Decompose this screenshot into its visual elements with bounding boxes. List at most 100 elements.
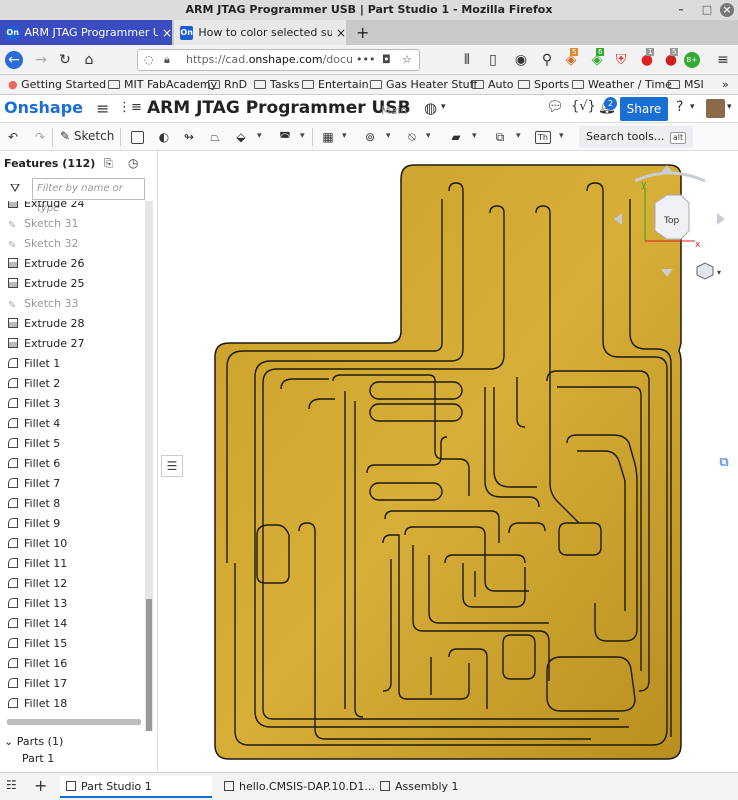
- feature-item[interactable]: Extrude 28: [8, 314, 85, 334]
- mate-connector-icon[interactable]: ⧉: [492, 129, 508, 145]
- bookmarks-overflow-icon[interactable]: »: [722, 77, 729, 93]
- feature-item[interactable]: Fillet 6: [8, 454, 60, 474]
- redo-icon[interactable]: ↷: [32, 129, 48, 145]
- grammar-extension-badge[interactable]: B+: [684, 52, 700, 68]
- filter-input[interactable]: Filter by name or type: [32, 178, 145, 214]
- back-icon[interactable]: ←: [5, 51, 23, 69]
- split-icon[interactable]: ⍉: [404, 129, 420, 145]
- feature-item[interactable]: Fillet 18: [8, 694, 67, 714]
- pocket-icon[interactable]: ◘: [382, 50, 391, 70]
- bookmark-folder[interactable]: Sports: [518, 77, 569, 93]
- chevron-down-icon[interactable]: ▾: [690, 102, 695, 112]
- feature-item[interactable]: Fillet 2: [8, 374, 60, 394]
- home-icon[interactable]: ⌂: [80, 51, 98, 69]
- sweep-icon[interactable]: ↬: [181, 129, 197, 145]
- feature-item[interactable]: Fillet 3: [8, 394, 60, 414]
- chevron-down-icon[interactable]: ▾: [257, 131, 262, 141]
- close-window-icon[interactable]: ×: [720, 3, 734, 17]
- chevron-down-icon[interactable]: ▾: [559, 131, 564, 141]
- reload-icon[interactable]: ↻: [56, 51, 74, 69]
- tab-cmsis-dap[interactable]: hello.CMSIS-DAP.10.D1...: [218, 776, 375, 798]
- feature-item[interactable]: Fillet 10: [8, 534, 67, 554]
- browser-tab-active[interactable]: On ARM JTAG Programmer US ×: [0, 20, 172, 45]
- feature-item[interactable]: Fillet 13: [8, 594, 67, 614]
- feature-list-icon[interactable]: ⋮≡: [118, 100, 142, 115]
- feature-item[interactable]: Extrude 26: [8, 254, 85, 274]
- view-options-icon[interactable]: ▾: [696, 262, 721, 280]
- shield-extension-icon[interactable]: ⛨: [612, 51, 630, 69]
- feature-item[interactable]: Fillet 1: [8, 354, 60, 374]
- menu-icon[interactable]: ≡: [96, 99, 109, 118]
- boolean-icon[interactable]: ⊚: [362, 129, 378, 145]
- url-input[interactable]: ◌ 🔒︎ https://cad.onshape.com/docu ••• ◘ …: [137, 49, 420, 71]
- chevron-down-icon[interactable]: ▾: [472, 131, 477, 141]
- feature-item[interactable]: Fillet 12: [8, 574, 67, 594]
- bookmark-item[interactable]: ● Getting Started: [8, 77, 106, 93]
- bookmark-folder[interactable]: MSI: [668, 77, 704, 93]
- browser-tab[interactable]: On How to color selected surf ×: [174, 20, 346, 45]
- feature-item[interactable]: Fillet 17: [8, 674, 67, 694]
- thicken-icon[interactable]: ⬙: [233, 129, 249, 145]
- variables-icon[interactable]: {√}: [571, 99, 596, 114]
- feature-item[interactable]: Fillet 14: [8, 614, 67, 634]
- globe-icon[interactable]: ◍: [424, 99, 437, 117]
- branch-label[interactable]: Main: [381, 104, 407, 117]
- chevron-down-icon[interactable]: ▾: [516, 131, 521, 141]
- comments-icon[interactable]: 💬︎: [546, 99, 564, 115]
- bookmark-folder[interactable]: Gas Heater Stuff: [370, 77, 477, 93]
- feature-item[interactable]: Fillet 16: [8, 654, 67, 674]
- undo-icon[interactable]: ↶: [5, 129, 21, 145]
- tab-part-studio[interactable]: Part Studio 1: [60, 776, 212, 798]
- avatar[interactable]: [706, 99, 725, 118]
- sidebar-toggle-icon[interactable]: ▯: [484, 51, 502, 69]
- extension-icon[interactable]: ◉: [512, 51, 530, 69]
- maximize-icon[interactable]: □: [700, 3, 714, 17]
- feature-item[interactable]: Extrude 24: [8, 201, 85, 214]
- feature-item[interactable]: Fillet 7: [8, 474, 60, 494]
- feature-item[interactable]: Fillet 9: [8, 514, 60, 534]
- feature-item[interactable]: ✎ Sketch 32: [8, 234, 79, 254]
- add-tab-icon[interactable]: +: [34, 776, 47, 795]
- help-icon[interactable]: ?: [676, 99, 683, 115]
- chevron-down-icon[interactable]: ▾: [386, 131, 391, 141]
- chevron-down-icon[interactable]: ▾: [426, 131, 431, 141]
- forward-icon[interactable]: →: [32, 51, 50, 69]
- chevron-down-icon[interactable]: ▾: [441, 102, 446, 112]
- tab-manager-icon[interactable]: ☷: [6, 778, 17, 792]
- feature-item[interactable]: Extrude 25: [8, 274, 85, 294]
- graphics-viewport[interactable]: ☰ ⧉ Top x y ▾: [159, 151, 738, 771]
- chevron-down-icon[interactable]: ▾: [727, 102, 732, 112]
- feature-item[interactable]: ✎ Sketch 31: [8, 214, 79, 234]
- scrollbar-thumb[interactable]: [146, 599, 152, 731]
- pattern-icon[interactable]: ▦: [320, 129, 336, 145]
- bookmark-folder[interactable]: Auto: [472, 77, 514, 93]
- menu-hamburger-icon[interactable]: ≡: [714, 51, 732, 69]
- document-title[interactable]: ARM JTAG Programmer USB: [147, 98, 411, 118]
- feature-list-hscrollbar[interactable]: [7, 719, 141, 725]
- tab-assembly[interactable]: Assembly 1: [374, 776, 526, 798]
- loft-icon[interactable]: ⏢: [207, 129, 223, 145]
- feature-item[interactable]: Extrude 27: [8, 334, 85, 354]
- bookmark-folder[interactable]: MIT FabAcademy: [108, 77, 217, 93]
- part-item[interactable]: Part 1: [22, 752, 54, 765]
- new-tab-icon[interactable]: +: [350, 20, 370, 45]
- bookmark-star-icon[interactable]: ☆: [402, 50, 412, 70]
- extrude-icon[interactable]: [131, 131, 144, 144]
- fillet-icon[interactable]: ◚: [277, 129, 293, 145]
- tab-close-icon[interactable]: ×: [162, 26, 172, 40]
- bookmark-folder[interactable]: Entertain: [302, 77, 369, 93]
- library-icon[interactable]: ⫴: [458, 51, 476, 69]
- minimize-icon[interactable]: –: [674, 3, 688, 17]
- page-actions-icon[interactable]: •••: [356, 50, 375, 70]
- search-tools-input[interactable]: Search tools... altC: [579, 126, 693, 166]
- chevron-down-icon[interactable]: ▾: [342, 131, 347, 141]
- onshape-logo[interactable]: Onshape: [4, 98, 83, 117]
- rollback-history-icon[interactable]: ◷: [128, 156, 138, 170]
- revolve-icon[interactable]: ◐: [156, 129, 172, 145]
- share-button[interactable]: Share: [620, 97, 668, 121]
- bookmark-folder[interactable]: RnD: [208, 77, 247, 93]
- filter-funnel-icon[interactable]: ⛛: [10, 181, 20, 196]
- feature-item[interactable]: ✎ Sketch 33: [8, 294, 79, 314]
- parts-section[interactable]: ⌄ Parts (1): [4, 735, 63, 748]
- feature-list-scrollbar[interactable]: [145, 201, 153, 731]
